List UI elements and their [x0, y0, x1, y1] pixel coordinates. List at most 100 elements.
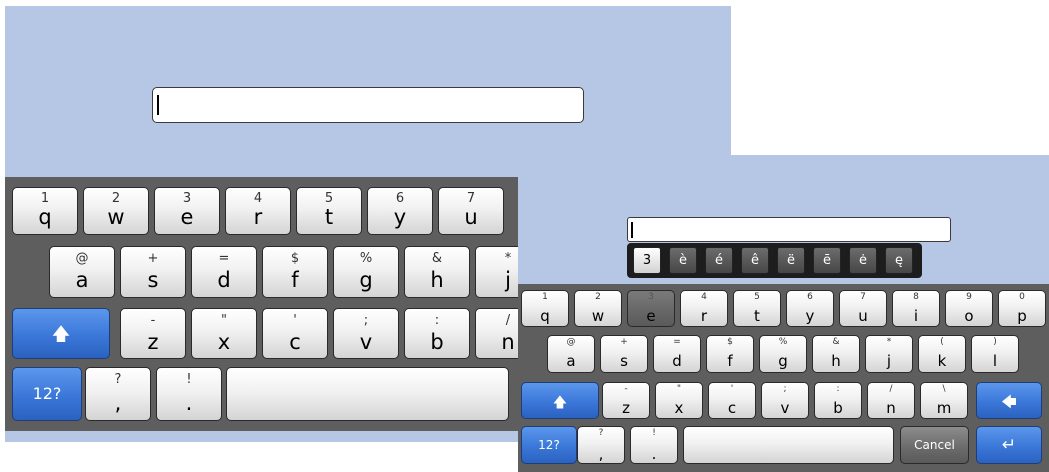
key-comma[interactable]: ?,: [577, 426, 625, 464]
key-main-label: z: [147, 330, 159, 354]
key-x[interactable]: " x: [655, 382, 703, 419]
key-u[interactable]: 7u: [839, 290, 887, 327]
key-period[interactable]: !.: [630, 426, 678, 464]
numeric-toggle-label: 12?: [32, 384, 62, 403]
cancel-button[interactable]: Cancel: [900, 426, 969, 464]
key-n[interactable]: / n: [867, 382, 915, 419]
key-main-label: s: [620, 352, 628, 370]
key-t[interactable]: 5t: [733, 290, 781, 327]
key-v[interactable]: ; v: [761, 382, 809, 419]
backspace-key[interactable]: 🡄: [976, 382, 1042, 419]
key-e[interactable]: 3e: [627, 290, 675, 327]
key-alt-label: ": [676, 384, 682, 394]
key-alt-label: 2: [111, 191, 121, 206]
key-z[interactable]: -z: [120, 308, 186, 359]
space-key[interactable]: [683, 426, 894, 464]
key-alt-label: 4: [253, 191, 263, 206]
accent-option[interactable]: ë: [777, 247, 805, 274]
key-g[interactable]: % g: [759, 335, 807, 373]
key-main-label: f: [291, 268, 299, 292]
numeric-toggle-key[interactable]: 12?: [521, 426, 577, 464]
key-l[interactable]: ) l: [971, 335, 1019, 373]
key-h[interactable]: & h: [404, 246, 470, 298]
large-text-input[interactable]: [152, 87, 584, 123]
key-main-label: x: [217, 330, 231, 354]
key-t[interactable]: 5t: [296, 187, 362, 235]
key-c[interactable]: ' c: [708, 382, 756, 419]
numeric-toggle-label: 12?: [538, 438, 560, 452]
key-alt-label: ": [221, 313, 227, 328]
text-cursor: [631, 222, 633, 238]
key-c[interactable]: ' c: [262, 308, 328, 359]
key-v[interactable]: ; v: [333, 308, 399, 359]
space-key[interactable]: [226, 367, 509, 421]
key-x[interactable]: " x: [191, 308, 257, 359]
key-s[interactable]: + s: [120, 246, 186, 298]
key-alt-label: -: [624, 384, 628, 394]
key-r[interactable]: 4r: [680, 290, 728, 327]
key-main-label: c: [289, 330, 301, 354]
key-j[interactable]: * j: [865, 335, 913, 373]
key-main-label: i: [913, 307, 919, 325]
key-y[interactable]: 6y: [786, 290, 834, 327]
key-main-label: b: [833, 399, 843, 417]
key-f[interactable]: $ f: [262, 246, 328, 298]
key-alt-label: 0: [1019, 292, 1025, 302]
accent-option[interactable]: ê: [741, 247, 769, 274]
key-d[interactable]: = d: [653, 335, 701, 373]
key-k[interactable]: (k: [918, 335, 966, 373]
shift-key[interactable]: 🡅: [521, 382, 599, 419]
key-main-label: p: [1017, 307, 1027, 325]
key-m[interactable]: \ m: [920, 382, 968, 419]
key-main-label: b: [430, 330, 444, 354]
key-w[interactable]: 2w: [574, 290, 622, 327]
numeric-toggle-key[interactable]: 12?: [12, 367, 82, 421]
key-alt-label: $: [290, 251, 300, 266]
key-alt-label: /: [889, 384, 893, 394]
key-r[interactable]: 4r: [225, 187, 291, 235]
key-main-label: a: [75, 268, 89, 292]
key-s[interactable]: + s: [600, 335, 648, 373]
key-h[interactable]: & h: [812, 335, 860, 373]
key-z[interactable]: -z: [602, 382, 650, 419]
key-b[interactable]: :b: [404, 308, 470, 359]
key-alt-label: %: [359, 251, 373, 266]
key-p[interactable]: 0p: [998, 290, 1046, 327]
key-main-label: g: [359, 268, 373, 292]
key-main-label: u: [858, 307, 868, 325]
accent-option[interactable]: 3: [633, 247, 661, 274]
key-main-label: ,: [598, 445, 604, 463]
key-alt-label: 5: [754, 292, 760, 302]
key-main-label: z: [622, 399, 630, 417]
key-main-label: w: [107, 205, 125, 229]
key-a[interactable]: @ a: [547, 335, 595, 373]
key-main-label: c: [727, 399, 737, 417]
key-main-label: .: [651, 445, 657, 463]
key-f[interactable]: $ f: [706, 335, 754, 373]
key-b[interactable]: :b: [814, 382, 862, 419]
key-alt-label: %: [778, 337, 788, 347]
key-y[interactable]: 6y: [367, 187, 433, 235]
key-period[interactable]: !.: [156, 367, 222, 421]
key-w[interactable]: 2w: [83, 187, 149, 235]
shift-key[interactable]: 🡅: [12, 308, 110, 359]
accent-option[interactable]: ē: [813, 247, 841, 274]
key-a[interactable]: @ a: [49, 246, 115, 298]
enter-key[interactable]: ↵: [976, 426, 1042, 464]
key-o[interactable]: 9o: [945, 290, 993, 327]
key-u[interactable]: 7u: [438, 187, 504, 235]
key-d[interactable]: = d: [191, 246, 257, 298]
key-g[interactable]: % g: [333, 246, 399, 298]
key-main-label: t: [324, 205, 334, 229]
accent-option[interactable]: ę: [885, 247, 913, 274]
key-i[interactable]: 8i: [892, 290, 940, 327]
small-text-input[interactable]: [627, 217, 951, 242]
accent-option[interactable]: ė: [849, 247, 877, 274]
key-comma[interactable]: ?,: [85, 367, 151, 421]
accent-option[interactable]: é: [705, 247, 733, 274]
key-q[interactable]: 1q: [12, 187, 78, 235]
key-e[interactable]: 3e: [154, 187, 220, 235]
key-q[interactable]: 1q: [521, 290, 569, 327]
enter-return-icon: ↵: [1001, 435, 1017, 455]
accent-option[interactable]: è: [669, 247, 697, 274]
